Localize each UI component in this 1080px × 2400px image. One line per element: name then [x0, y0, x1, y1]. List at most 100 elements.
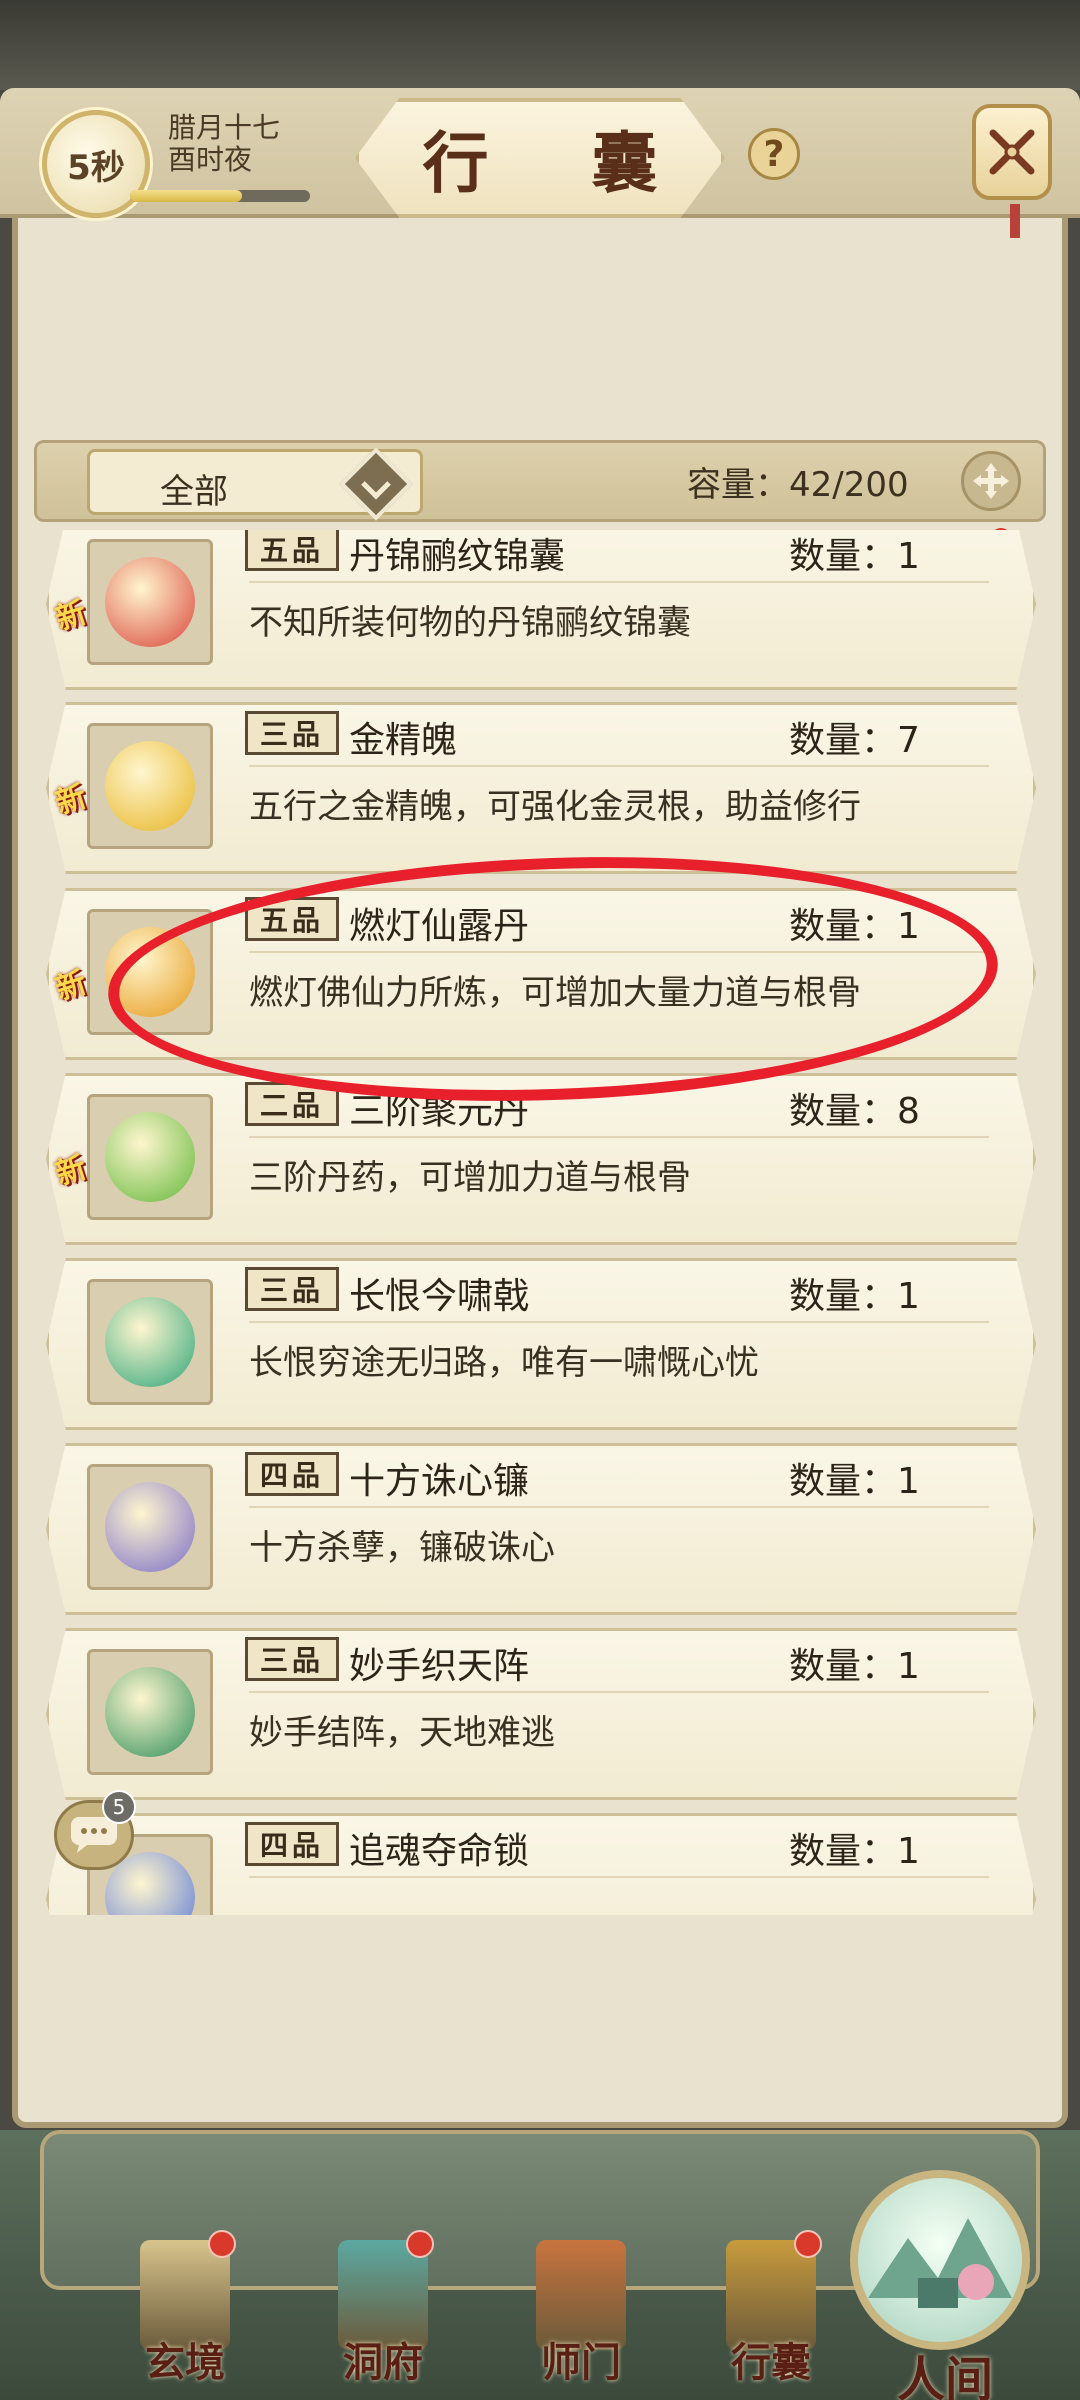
grade-badge: 五品 [245, 530, 339, 571]
item-description: 三阶丹药，可增加力道与根骨 [249, 1158, 691, 1198]
new-tag: 新 [51, 595, 91, 638]
item-name: 十方诛心镰 [349, 1461, 530, 1502]
time-progress-bar [130, 190, 310, 202]
divider [249, 1691, 989, 1693]
human-world-label: 人间 [896, 2352, 993, 2400]
new-tag: 新 [51, 779, 91, 822]
nav-item-2[interactable]: 洞府 [318, 2230, 448, 2400]
category-selected: 全部 [160, 472, 228, 512]
item-description: 长恨穷途无归路，唯有一啸慨心忧 [249, 1343, 759, 1383]
bag-item[interactable]: 新 五品 燃灯仙露丹 数量：1 燃灯佛仙力所炼，可增加大量力道与根骨 [46, 888, 1036, 1060]
item-icon [87, 909, 213, 1035]
item-list[interactable]: 新 五品 丹锦鹂纹锦囊 数量：1 不知所装何物的丹锦鹂纹锦囊 新 三品 金精魄 … [34, 530, 1046, 1915]
date-line-2: 酉时夜 [168, 143, 253, 176]
close-icon [989, 129, 1035, 175]
new-tag: 新 [51, 965, 91, 1008]
item-icon [87, 1649, 213, 1775]
item-description: 燃灯佛仙力所炼，可增加大量力道与根骨 [249, 973, 861, 1013]
divider [249, 1876, 989, 1878]
bag-item[interactable]: 四品 追魂夺命锁 数量：1 [46, 1813, 1036, 1915]
item-description: 十方杀孽，镰破诛心 [249, 1528, 555, 1568]
item-description: 不知所装何物的丹锦鹂纹锦囊 [249, 603, 691, 643]
divider [249, 1321, 989, 1323]
item-quantity: 数量：1 [789, 536, 920, 577]
item-quantity: 数量：1 [789, 1276, 920, 1317]
divider [249, 1506, 989, 1508]
bag-item[interactable]: 四品 十方诛心镰 数量：1 十方杀孽，镰破诛心 [46, 1443, 1036, 1615]
new-tag: 新 [51, 1150, 91, 1193]
nav-label: 行囊 [731, 2339, 811, 2386]
item-quantity: 数量：1 [789, 1646, 920, 1687]
help-button[interactable]: ? [748, 128, 800, 180]
item-name: 三阶聚元丹 [349, 1091, 530, 1132]
bag-item[interactable]: 三品 妙手织天阵 数量：1 妙手结阵，天地难逃 [46, 1628, 1036, 1800]
bag-item[interactable]: 新 二品 三阶聚元丹 数量：8 三阶丹药，可增加力道与根骨 [46, 1073, 1036, 1245]
date-line-1: 腊月十七 [168, 111, 281, 144]
expand-icon[interactable] [961, 451, 1021, 511]
item-name: 追魂夺命锁 [349, 1831, 530, 1872]
category-dropdown[interactable]: 全部 [87, 447, 423, 521]
item-name: 妙手织天阵 [349, 1646, 530, 1687]
nav-notification-dot [794, 2230, 822, 2258]
item-quantity: 数量：8 [789, 1091, 920, 1132]
item-image-icon [105, 1482, 195, 1572]
item-name: 丹锦鹂纹锦囊 [349, 536, 566, 577]
bag-item[interactable]: 三品 长恨今啸戟 数量：1 长恨穷途无归路，唯有一啸慨心忧 [46, 1258, 1036, 1430]
nav-label: 玄境 [145, 2339, 225, 2386]
item-icon [87, 1464, 213, 1590]
item-description: 五行之金精魄，可强化金灵根，助益修行 [249, 787, 861, 827]
page-title: 行 囊 [422, 124, 698, 202]
landscape-icon [850, 2170, 1030, 2350]
tassel-decoration [1010, 204, 1020, 238]
item-image-icon [105, 1112, 195, 1202]
chevron-down-icon [339, 447, 413, 521]
divider [249, 951, 989, 953]
close-button[interactable] [972, 104, 1052, 238]
divider [249, 1136, 989, 1138]
grade-badge: 五品 [245, 897, 339, 941]
title-plate: 行 囊 [355, 98, 725, 218]
item-icon [87, 723, 213, 849]
grade-badge: 四品 [245, 1452, 339, 1496]
chat-count-badge: 5 [102, 1790, 136, 1824]
human-world-button[interactable]: 人间 [840, 2170, 1040, 2400]
item-image-icon [105, 741, 195, 831]
move-arrows-icon [973, 463, 1009, 499]
nav-label: 洞府 [343, 2339, 423, 2386]
capacity-text: 容量：42/200 [687, 465, 909, 505]
nav-item-4[interactable]: 行囊 [706, 2230, 836, 2400]
nav-item-3[interactable]: 师门 [516, 2230, 646, 2400]
grade-badge: 四品 [245, 1822, 339, 1866]
item-image-icon [105, 557, 195, 647]
nav-item-1[interactable]: 玄境 [120, 2230, 250, 2400]
item-image-icon [105, 1297, 195, 1387]
grade-badge: 三品 [245, 1637, 339, 1681]
item-image-icon [105, 1667, 195, 1757]
item-icon [87, 1279, 213, 1405]
filter-bar: 全部 容量：42/200 [34, 440, 1046, 522]
time-progress-fill [130, 190, 242, 202]
item-quantity: 数量：7 [789, 720, 920, 761]
divider [249, 765, 989, 767]
item-quantity: 数量：1 [789, 906, 920, 947]
nav-notification-dot [406, 2230, 434, 2258]
status-bar-area [0, 0, 1080, 90]
item-name: 金精魄 [349, 720, 458, 761]
grade-badge: 二品 [245, 1082, 339, 1126]
item-image-icon [105, 927, 195, 1017]
item-description: 妙手结阵，天地难逃 [249, 1713, 555, 1753]
item-name: 长恨今啸戟 [349, 1276, 530, 1317]
item-icon [87, 539, 213, 665]
grade-badge: 三品 [245, 711, 339, 755]
nav-label: 师门 [541, 2339, 621, 2386]
item-icon [87, 1094, 213, 1220]
item-quantity: 数量：1 [789, 1461, 920, 1502]
question-icon: ? [763, 133, 785, 175]
item-name: 燃灯仙露丹 [349, 906, 530, 947]
item-quantity: 数量：1 [789, 1831, 920, 1872]
divider [249, 581, 989, 583]
nav-notification-dot [208, 2230, 236, 2258]
bag-item[interactable]: 新 三品 金精魄 数量：7 五行之金精魄，可强化金灵根，助益修行 [46, 702, 1036, 874]
game-date: 腊月十七 酉时夜 [168, 112, 280, 176]
bag-item[interactable]: 新 五品 丹锦鹂纹锦囊 数量：1 不知所装何物的丹锦鹂纹锦囊 [46, 530, 1036, 690]
